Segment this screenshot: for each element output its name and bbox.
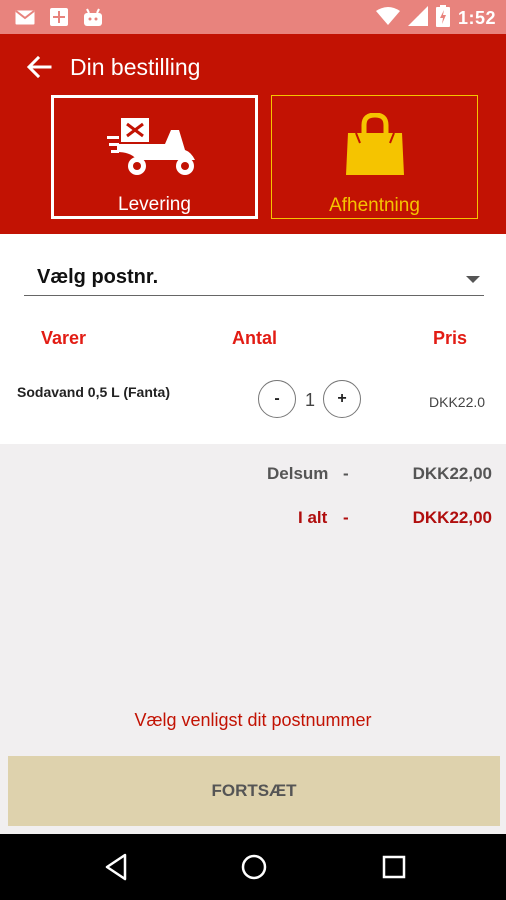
- android-icon: [82, 7, 104, 27]
- delivery-option-label: Afhentning: [329, 195, 420, 216]
- increase-quantity-button[interactable]: +: [323, 380, 361, 418]
- order-summary: Delsum - DKK22,00 I alt - DKK22,00: [0, 444, 506, 754]
- column-header-antal: Antal: [232, 328, 277, 348]
- column-header-pris: Pris: [433, 328, 468, 348]
- scooter-delivery-icon: [106, 114, 203, 180]
- total-value: DKK22,00: [412, 508, 492, 527]
- signal-icon: R: [407, 6, 428, 31]
- wifi-icon: [375, 7, 400, 30]
- postnr-label: Vælg postnr.: [37, 266, 159, 288]
- svg-text:R: R: [413, 9, 419, 18]
- decrease-quantity-button[interactable]: -: [258, 380, 296, 418]
- calendar-plus-icon: [48, 7, 70, 27]
- order-content: Vælg postnr. Varer Antal Pris Sodavand 0…: [0, 234, 506, 444]
- total-dash: -: [343, 508, 349, 527]
- nav-recents-icon: [382, 855, 406, 879]
- item-quantity: 1: [304, 390, 315, 410]
- subtotal-label: Delsum: [267, 464, 329, 483]
- subtotal-dash: -: [343, 464, 349, 483]
- postnr-dropdown[interactable]: Vælg postnr.: [24, 262, 484, 296]
- nav-back-icon: [105, 853, 127, 881]
- column-header-varer: Varer: [41, 328, 87, 348]
- subtotal-value: DKK22,00: [412, 464, 492, 483]
- postnr-hint: Vælg venligst dit postnummer: [134, 710, 372, 730]
- battery-icon: [435, 5, 450, 32]
- clock: 1:52: [457, 8, 496, 28]
- delivery-option-label: Levering: [118, 194, 191, 215]
- delivery-option-levering[interactable]: Levering: [51, 95, 258, 219]
- shopping-bag-icon: [342, 112, 408, 178]
- app-bar: Din bestilling Levering Afhentning: [0, 34, 506, 234]
- status-bar: R 1:52: [0, 0, 506, 34]
- nav-back-button[interactable]: [100, 851, 132, 883]
- arrow-left-icon: [26, 55, 52, 79]
- item-name: Sodavand 0,5 L (Fanta): [17, 384, 170, 400]
- nav-home-icon: [241, 854, 267, 880]
- gmail-icon: [14, 7, 36, 27]
- back-button[interactable]: [22, 50, 56, 84]
- continue-button[interactable]: FORTSÆT: [8, 756, 500, 826]
- total-label: I alt: [298, 508, 328, 527]
- page-title: Din bestilling: [70, 54, 201, 80]
- nav-home-button[interactable]: [238, 851, 270, 883]
- dropdown-caret-icon: [466, 276, 480, 283]
- item-price: DKK22.0: [429, 394, 486, 410]
- delivery-option-afhentning[interactable]: Afhentning: [271, 95, 478, 219]
- nav-recents-button[interactable]: [378, 851, 410, 883]
- system-nav-bar: [0, 834, 506, 900]
